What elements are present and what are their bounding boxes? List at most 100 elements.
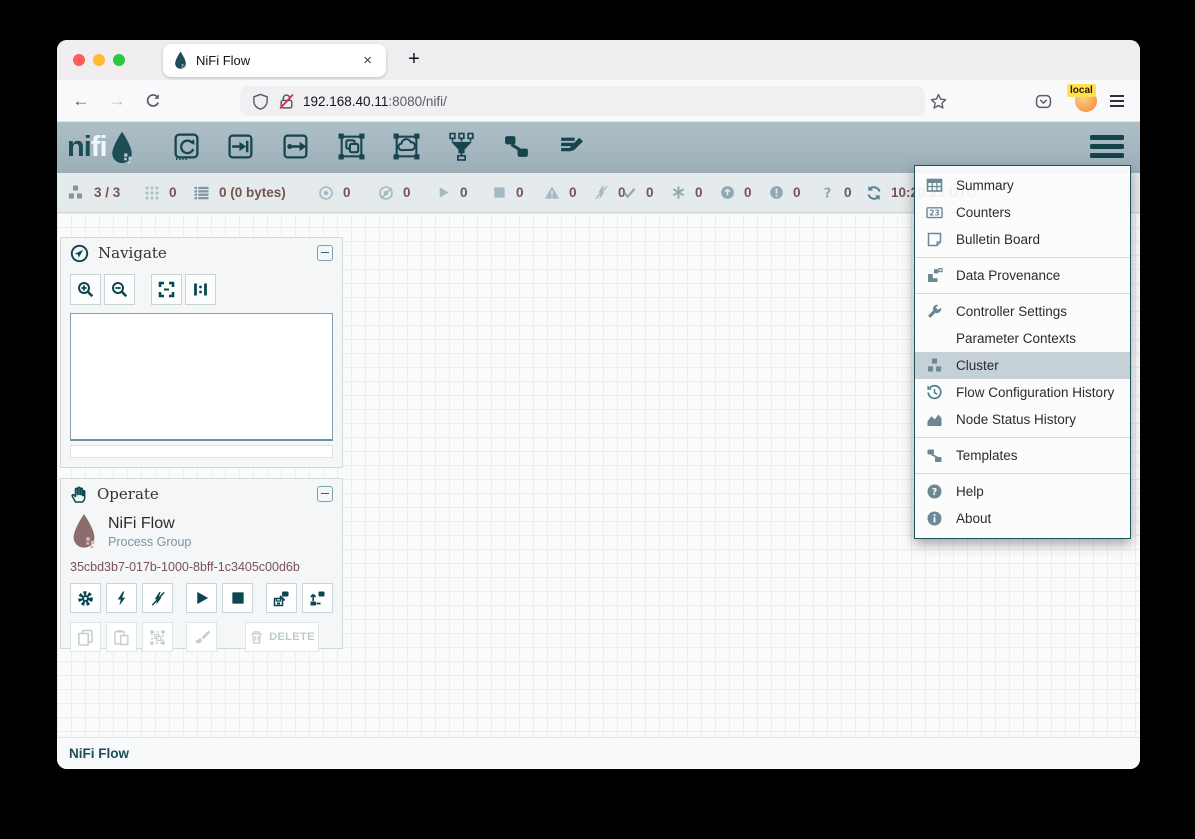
group-button[interactable] [142,622,173,652]
zoom-fit-button[interactable] [151,274,182,305]
maximize-window-button[interactable] [113,54,125,66]
status-not-transmitting: 0 [378,173,411,212]
blank-icon [926,330,943,347]
container-tab-badge: local [1067,84,1096,97]
navigate-panel-title: Navigate [98,244,308,262]
menu-item-about[interactable]: About [915,505,1130,532]
tab-title: NiFi Flow [196,53,359,68]
back-icon[interactable]: ← [69,89,93,113]
stale-up-arrow-icon [720,185,735,200]
zoom-actual-size-button[interactable] [185,274,216,305]
menu-item-flow-configuration-history[interactable]: Flow Configuration History [915,379,1130,406]
counters-icon: 23 [926,204,943,221]
tab-close-icon[interactable]: × [359,52,376,69]
paste-icon [113,629,130,646]
data-provenance-icon [926,267,943,284]
operate-collapse-button[interactable] [317,486,333,502]
pocket-icon[interactable] [1031,89,1055,113]
save-template-button[interactable] [266,583,297,613]
save-template-icon [273,590,290,607]
zoom-out-icon [111,281,128,298]
fill-color-button[interactable] [186,622,217,652]
input-port-component[interactable] [226,131,257,162]
menu-separator [915,473,1130,474]
running-play-icon [436,185,451,200]
funnel-component[interactable] [446,131,477,162]
minimize-window-button[interactable] [93,54,105,66]
navigate-panel: Navigate [60,237,343,468]
url-bar[interactable]: 192.168.40.11:8080/nifi/ [240,86,925,116]
start-play-icon [194,590,210,606]
menu-item-bulletin-board[interactable]: Bulletin Board [915,226,1130,253]
status-up-to-date: 0 [622,173,654,212]
disable-button[interactable] [142,583,173,613]
menu-item-node-status-history[interactable]: Node Status History [915,406,1130,433]
menu-item-data-provenance[interactable]: Data Provenance [915,262,1130,289]
reload-icon[interactable] [141,89,165,113]
processor-component[interactable] [171,131,202,162]
component-toolbar [171,131,587,162]
insecure-lock-icon[interactable] [278,93,295,110]
start-button[interactable] [186,583,217,613]
shield-permissions-icon[interactable] [252,93,269,110]
url-path: :8080/nifi/ [388,94,447,109]
menu-item-templates[interactable]: Templates [915,442,1130,469]
delete-button[interactable]: DELETE [245,622,319,652]
status-stopped: 0 [492,173,524,212]
breadcrumb-root[interactable]: NiFi Flow [69,746,129,761]
crossed-lightning-icon [150,590,166,607]
new-tab-button[interactable]: + [401,48,427,71]
status-sync-failure: ? 0 [820,173,852,212]
menu-item-counters[interactable]: 23 Counters [915,199,1130,226]
nifi-global-menu-button[interactable] [1090,135,1124,158]
zoom-out-button[interactable] [104,274,135,305]
nifi-logo-drop-icon [109,130,135,166]
enable-button[interactable] [106,583,137,613]
templates-icon [926,447,943,464]
operate-buttons-row-1 [70,583,333,613]
browser-tab[interactable]: NiFi Flow × [163,44,386,77]
template-component[interactable] [501,131,532,162]
wrench-icon [926,303,943,320]
process-group-component[interactable] [336,131,367,162]
paste-button[interactable] [106,622,137,652]
queue-list-icon [193,185,210,201]
gear-icon [77,590,94,607]
cluster-cubes-icon [66,184,85,201]
upload-template-button[interactable] [302,583,333,613]
screenshot-stage: NiFi Flow × + ← → 192.168.40.11:8080/nif… [0,0,1195,839]
operate-panel-title: Operate [97,485,308,503]
threads-grid-icon [144,185,160,201]
forward-icon[interactable]: → [105,89,129,113]
status-transmitting: 0 [318,173,351,212]
copy-button[interactable] [70,622,101,652]
configure-button[interactable] [70,583,101,613]
status-history-chart-icon [926,411,943,428]
firefox-menu-icon[interactable] [1105,89,1129,113]
menu-item-summary[interactable]: Summary [915,172,1130,199]
bookmark-star-icon[interactable] [926,89,950,113]
help-icon: ? [926,483,943,500]
birdseye-minimap[interactable] [70,313,333,441]
label-component[interactable] [556,131,587,162]
status-invalid: 0 [544,173,577,212]
lightning-icon [114,590,129,607]
stop-button[interactable] [222,583,253,613]
navigate-collapse-button[interactable] [317,245,333,261]
browser-window: NiFi Flow × + ← → 192.168.40.11:8080/nif… [57,40,1140,769]
remote-process-group-component[interactable] [391,131,422,162]
selected-component-name: NiFi Flow [108,515,191,533]
zoom-in-button[interactable] [70,274,101,305]
actual-size-icon [192,281,209,298]
menu-item-controller-settings[interactable]: Controller Settings [915,298,1130,325]
profile-avatar[interactable]: local [1071,88,1101,114]
navigate-compass-icon [70,244,89,263]
trash-icon [249,629,264,645]
menu-item-help[interactable]: ? Help [915,478,1130,505]
check-icon [622,185,637,200]
output-port-component[interactable] [281,131,312,162]
menu-item-parameter-contexts[interactable]: Parameter Contexts [915,325,1130,352]
close-window-button[interactable] [73,54,85,66]
stop-square-icon [230,590,246,606]
menu-item-cluster[interactable]: Cluster [915,352,1130,379]
